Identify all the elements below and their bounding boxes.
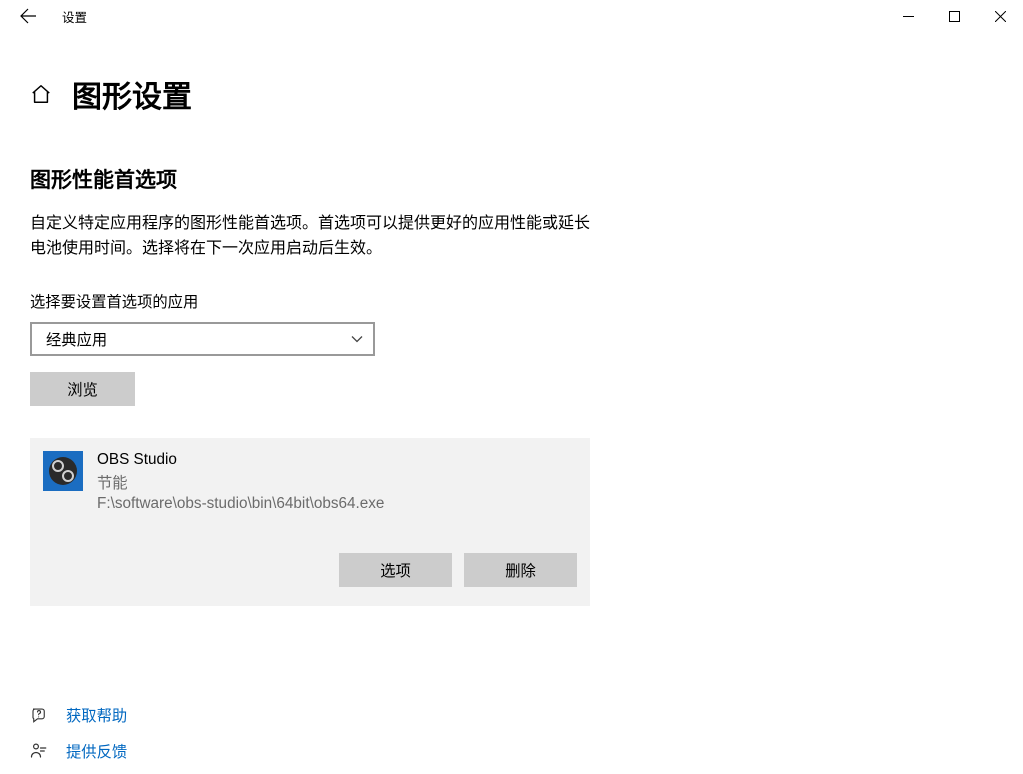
app-type-select[interactable]: 经典应用 — [30, 322, 375, 356]
app-card-top: OBS Studio 节能 F:\software\obs-studio\bin… — [43, 451, 577, 513]
give-feedback-label: 提供反馈 — [66, 740, 127, 762]
browse-button[interactable]: 浏览 — [30, 372, 135, 406]
close-button[interactable] — [977, 0, 1023, 32]
home-icon[interactable] — [30, 83, 52, 105]
app-card: OBS Studio 节能 F:\software\obs-studio\bin… — [30, 438, 590, 606]
home-icon-svg — [30, 83, 52, 105]
options-button[interactable]: 选项 — [339, 553, 452, 587]
page-header: 图形设置 — [30, 72, 993, 116]
chevron-down-icon — [351, 333, 363, 345]
app-icon — [43, 451, 83, 491]
arrow-left-icon — [20, 8, 36, 24]
footer-links: 获取帮助 提供反馈 — [30, 690, 127, 762]
app-mode: 节能 — [97, 471, 384, 493]
feedback-icon — [30, 742, 56, 760]
app-actions: 选项 删除 — [43, 553, 577, 587]
help-icon — [30, 706, 56, 724]
close-icon — [995, 11, 1006, 22]
maximize-icon — [949, 11, 960, 22]
app-name: OBS Studio — [97, 451, 384, 469]
app-info: OBS Studio 节能 F:\software\obs-studio\bin… — [97, 451, 384, 513]
give-feedback-link[interactable]: 提供反馈 — [30, 740, 127, 762]
window-title: 设置 — [62, 7, 87, 26]
get-help-link[interactable]: 获取帮助 — [30, 704, 127, 726]
minimize-button[interactable] — [885, 0, 931, 32]
titlebar: 设置 — [0, 0, 1023, 32]
content: 图形设置 图形性能首选项 自定义特定应用程序的图形性能首选项。首选项可以提供更好… — [0, 32, 1023, 606]
obs-icon — [49, 457, 77, 485]
window-controls — [885, 0, 1023, 32]
section-heading: 图形性能首选项 — [30, 164, 993, 194]
app-path: F:\software\obs-studio\bin\64bit\obs64.e… — [97, 495, 384, 513]
delete-button[interactable]: 删除 — [464, 553, 577, 587]
back-button[interactable] — [14, 2, 42, 30]
get-help-label: 获取帮助 — [66, 704, 127, 726]
maximize-button[interactable] — [931, 0, 977, 32]
select-app-label: 选择要设置首选项的应用 — [30, 290, 993, 312]
section-description: 自定义特定应用程序的图形性能首选项。首选项可以提供更好的应用性能或延长电池使用时… — [30, 212, 600, 262]
page-title: 图形设置 — [72, 72, 192, 116]
minimize-icon — [903, 11, 914, 22]
app-type-selected: 经典应用 — [46, 328, 107, 350]
